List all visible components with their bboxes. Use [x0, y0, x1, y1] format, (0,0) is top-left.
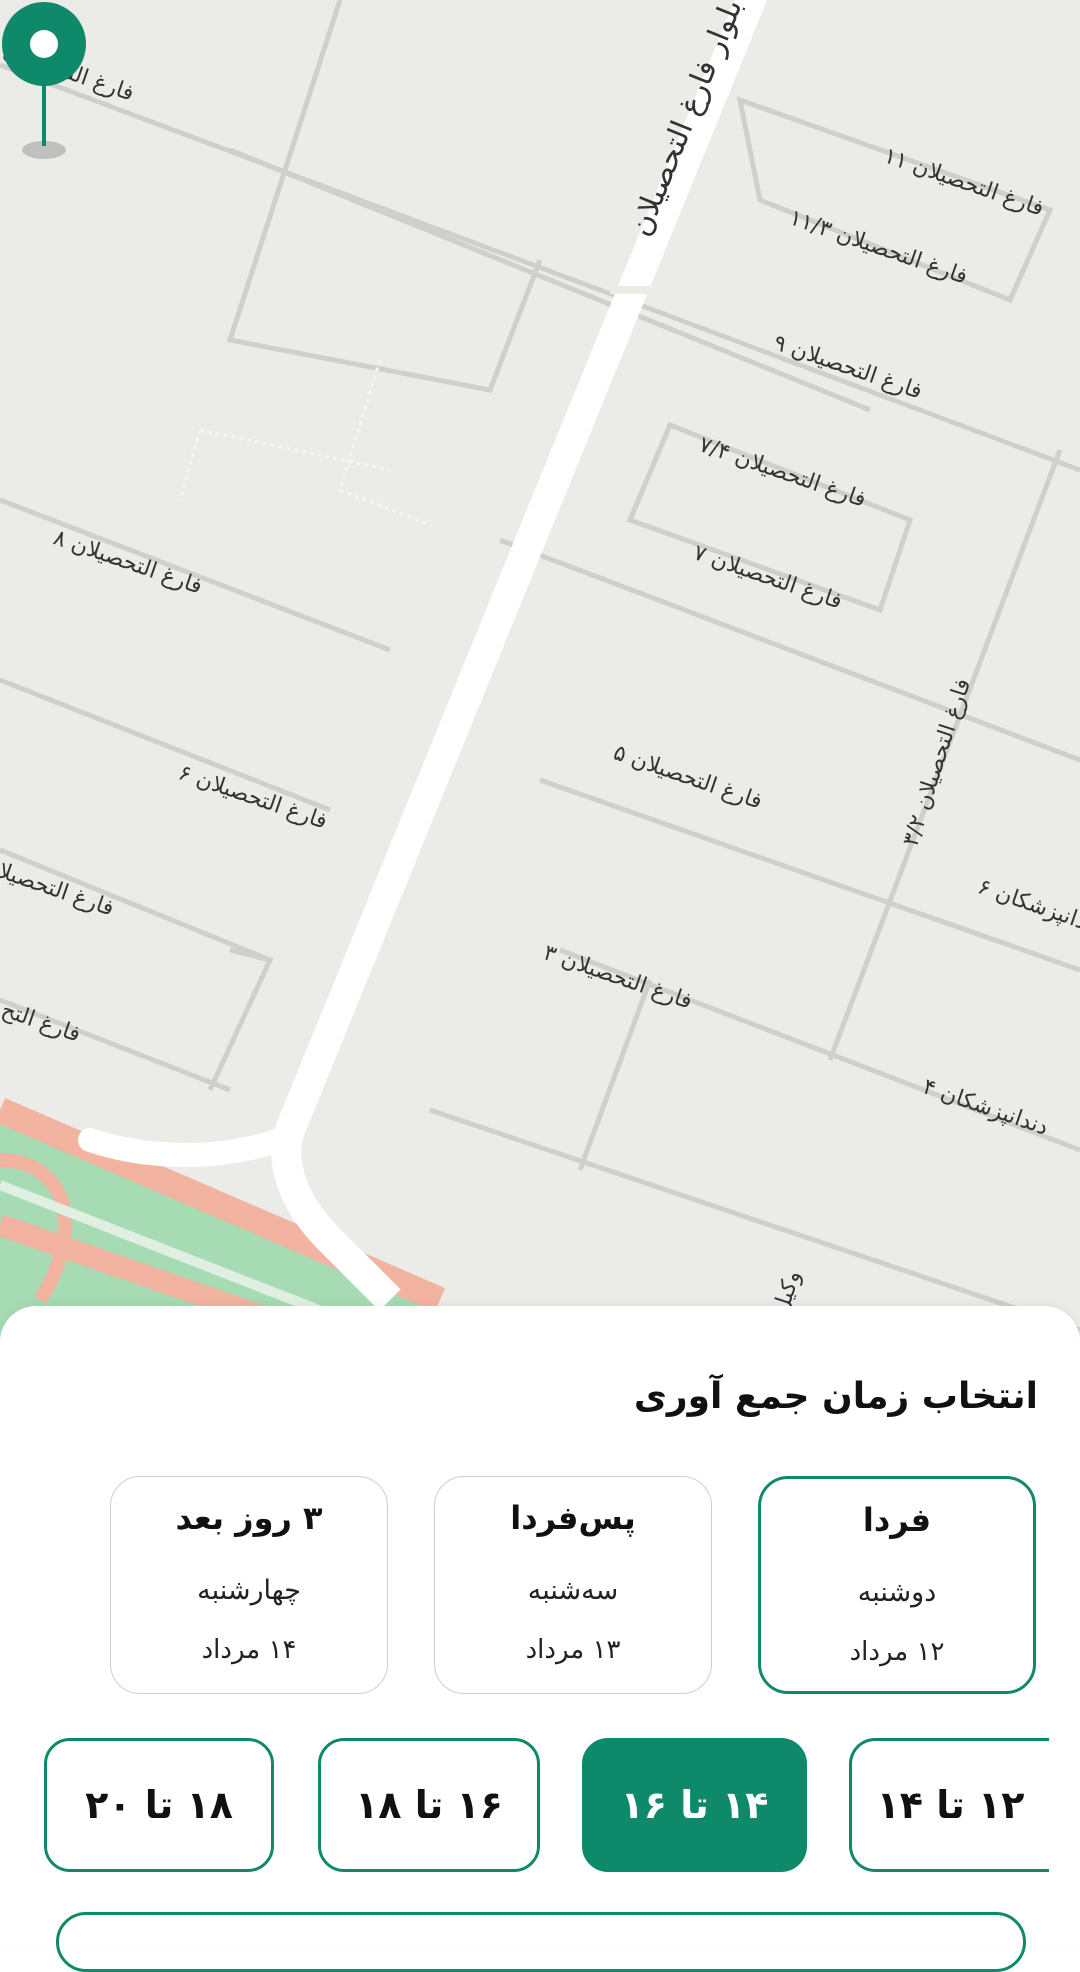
day-weekday: سه‌شنبه [527, 1575, 619, 1606]
day-weekday: چهارشنبه [197, 1575, 301, 1606]
confirm-button[interactable] [56, 1912, 1026, 1972]
day-date: ۱۲ مرداد [849, 1637, 945, 1667]
sheet-title: انتخاب زمان جمع آوری [633, 1376, 1038, 1417]
map-view[interactable]: بلوار فارغ التحصیلان فارغ التحصیلان ۱۱ ف… [0, 0, 1080, 1340]
time-slot-14-16[interactable]: ۱۴ تا ۱۶ [582, 1738, 807, 1872]
day-label: پس‌فردا [510, 1499, 636, 1537]
day-date: ۱۳ مرداد [525, 1635, 621, 1665]
day-card-three-days[interactable]: ۳ روز بعد چهارشنبه ۱۴ مرداد [110, 1476, 388, 1694]
time-slot-18-20[interactable]: ۱۸ تا ۲۰ [44, 1738, 274, 1872]
map-streets [0, 0, 1080, 1340]
day-label: فردا [862, 1501, 932, 1539]
day-weekday: دوشنبه [857, 1577, 937, 1608]
day-card-day-after[interactable]: پس‌فردا سه‌شنبه ۱۳ مرداد [434, 1476, 712, 1694]
day-card-tomorrow[interactable]: فردا دوشنبه ۱۲ مرداد [758, 1476, 1036, 1694]
day-date: ۱۴ مرداد [201, 1635, 297, 1665]
time-slot-12-14[interactable]: ۱۲ تا ۱۴ [849, 1738, 1049, 1872]
time-slot-16-18[interactable]: ۱۶ تا ۱۸ [318, 1738, 540, 1872]
location-pin-icon [2, 2, 86, 159]
day-label: ۳ روز بعد [175, 1499, 323, 1537]
